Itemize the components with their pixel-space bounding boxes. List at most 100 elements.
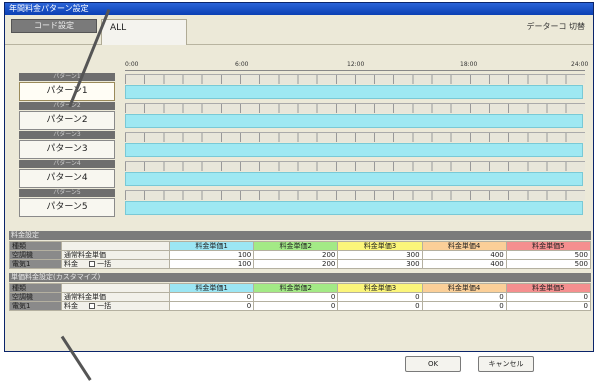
fee-value[interactable]: 0: [253, 292, 339, 302]
fee-setting-table: 種類 料金単価1 料金単価2 料金単価3 料金単価4 料金単価5 空調機 通常料…: [9, 241, 592, 269]
fee-value[interactable]: 300: [337, 259, 423, 269]
row-sub: 料金 一括: [61, 301, 170, 311]
data-switch-label[interactable]: データーコ 切替: [526, 21, 585, 32]
title-bar: 年間料金パターン設定: [5, 3, 593, 15]
bulk-checkbox[interactable]: [89, 261, 96, 267]
pattern-group-5: パターン5 パターン5: [19, 189, 115, 219]
pattern-button-5[interactable]: パターン5: [19, 198, 115, 217]
fee-value[interactable]: 400: [421, 250, 507, 260]
fee-value[interactable]: 0: [253, 301, 339, 311]
row-sub: 料金 一括: [61, 259, 170, 269]
pattern-button-4[interactable]: パターン4: [19, 169, 115, 188]
lane-ticks: [125, 161, 585, 171]
tab-all[interactable]: ALL: [101, 19, 187, 45]
table-header-row: 種類 料金単価1 料金単価2 料金単価3 料金単価4 料金単価5: [9, 283, 592, 293]
pattern-lane-4[interactable]: [125, 161, 585, 189]
pattern-schedule: 0:00 6:00 12:00 18:00 24:00 パターン1 パターン1 …: [17, 61, 589, 221]
fee-value[interactable]: 200: [253, 259, 339, 269]
fee-value[interactable]: 0: [168, 301, 255, 311]
fee-bar[interactable]: [125, 143, 583, 157]
tab-code-setting[interactable]: コード設定: [11, 19, 97, 33]
lane-ticks: [125, 132, 585, 142]
pattern-button-2[interactable]: パターン2: [19, 111, 115, 130]
fee-value[interactable]: 400: [421, 259, 507, 269]
table-header-row: 種類 料金単価1 料金単価2 料金単価3 料金単価4 料金単価5: [9, 241, 592, 251]
column-header: 料金単価5: [505, 241, 592, 251]
fee-value[interactable]: 500: [505, 250, 592, 260]
tick-label: 0:00: [125, 61, 139, 68]
bulk-checkbox[interactable]: [89, 303, 96, 309]
fee-bar[interactable]: [125, 201, 583, 215]
column-header: 料金単価1: [168, 283, 255, 293]
pattern-button-3[interactable]: パターン3: [19, 140, 115, 159]
fee-bar[interactable]: [125, 172, 583, 186]
row-label: 空調機: [9, 292, 62, 302]
time-axis: 0:00 6:00 12:00 18:00 24:00: [125, 61, 589, 71]
fee-pattern-dialog: 年間料金パターン設定 コード設定 ALL データーコ 切替 0:00 6:00 …: [4, 2, 594, 352]
fee-setting-header: 料金設定: [9, 231, 591, 240]
fee-value[interactable]: 0: [421, 292, 507, 302]
pattern-group-2: パターン2 パターン2: [19, 102, 115, 132]
column-header: 料金単価5: [505, 283, 592, 293]
lane-ticks: [125, 190, 585, 200]
fee-value[interactable]: 100: [168, 259, 255, 269]
pattern-name: パターン4: [19, 160, 115, 168]
fee-value[interactable]: 0: [168, 292, 255, 302]
pattern-lane-5[interactable]: [125, 190, 585, 218]
pattern-lane-2[interactable]: [125, 103, 585, 131]
window-title: 年間料金パターン設定: [9, 4, 89, 13]
lane-ticks: [125, 74, 585, 84]
row-sub: 通常料金単価: [61, 292, 170, 302]
fee-value[interactable]: 0: [337, 301, 423, 311]
table-row: 空調機 通常料金単価 0 0 0 0 0: [9, 292, 592, 302]
table-row: 電気1 料金 一括 100 200 300 400 500: [9, 259, 592, 269]
bulk-label: 一括: [97, 260, 112, 268]
fee-value[interactable]: 100: [168, 250, 255, 260]
column-header: 料金単価3: [337, 283, 423, 293]
column-header: 料金単価2: [253, 241, 339, 251]
pattern-name: パターン3: [19, 131, 115, 139]
table-row: 電気1 料金 一括 0 0 0 0 0: [9, 301, 592, 311]
fee-value[interactable]: 0: [337, 292, 423, 302]
tick-label: 18:00: [460, 61, 478, 68]
column-header: 料金単価2: [253, 283, 339, 293]
fee-bar[interactable]: [125, 114, 583, 128]
column-header: 料金単価4: [421, 241, 507, 251]
column-header: 料金単価1: [168, 241, 255, 251]
fee-value[interactable]: 200: [253, 250, 339, 260]
row-sub-text: 料金: [64, 302, 78, 310]
ok-button[interactable]: OK: [405, 356, 461, 372]
pattern-group-3: パターン3 パターン3: [19, 131, 115, 161]
tick-label: 24:00: [571, 61, 589, 68]
row-sub-text: 料金: [64, 260, 78, 268]
type-header: 種類: [9, 241, 62, 251]
row-label: 電気1: [9, 301, 62, 311]
fee-value[interactable]: 500: [505, 259, 592, 269]
fee-value[interactable]: 300: [337, 250, 423, 260]
row-label: 空調機: [9, 250, 62, 260]
tick-label: 12:00: [347, 61, 365, 68]
tick-label: 6:00: [235, 61, 249, 68]
bulk-label: 一括: [97, 302, 112, 310]
column-header: 料金単価4: [421, 283, 507, 293]
fee-value[interactable]: 0: [505, 292, 592, 302]
cancel-button[interactable]: キャンセル: [478, 356, 534, 372]
pattern-group-4: パターン4 パターン4: [19, 160, 115, 190]
fee-calc-table: 種類 料金単価1 料金単価2 料金単価3 料金単価4 料金単価5 空調機 通常料…: [9, 283, 592, 311]
lane-ticks: [125, 103, 585, 113]
tab-row: コード設定 ALL データーコ 切替: [5, 15, 593, 45]
fee-value[interactable]: 0: [421, 301, 507, 311]
pattern-name: パターン5: [19, 189, 115, 197]
row-sub: 通常料金単価: [61, 250, 170, 260]
fee-calc-header: 単価料金設定(カスタマイズ): [9, 273, 591, 282]
type-header: 種類: [9, 283, 62, 293]
pattern-lane-1[interactable]: [125, 74, 585, 102]
fee-value[interactable]: 0: [505, 301, 592, 311]
pattern-lane-3[interactable]: [125, 132, 585, 160]
column-header: 料金単価3: [337, 241, 423, 251]
sub-header: [61, 283, 170, 293]
fee-bar[interactable]: [125, 85, 583, 99]
pattern-button-1[interactable]: パターン1: [19, 82, 115, 101]
table-row: 空調機 通常料金単価 100 200 300 400 500: [9, 250, 592, 260]
row-label: 電気1: [9, 259, 62, 269]
